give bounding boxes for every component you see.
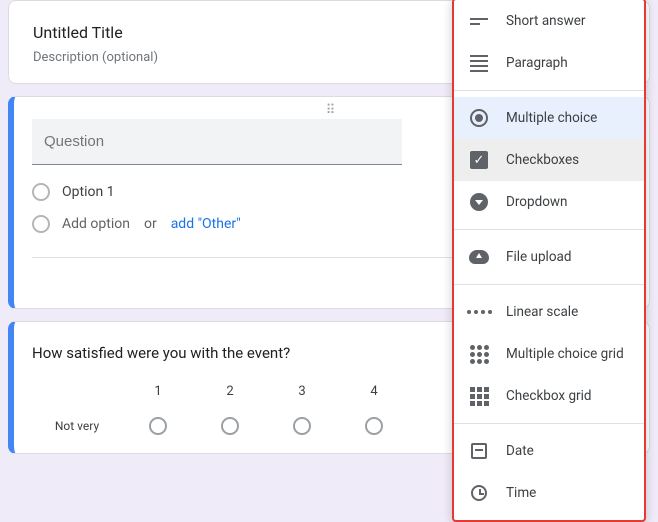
menu-item-label: Linear scale	[506, 304, 578, 320]
menu-item-radio[interactable]: Multiple choice	[454, 97, 644, 139]
linear-scale-icon	[468, 301, 490, 323]
menu-item-label: Time	[506, 485, 536, 501]
radio-icon	[468, 107, 490, 129]
drag-handle-icon[interactable]: ⠿	[326, 103, 338, 118]
dropdown-icon	[468, 191, 490, 213]
or-text: or	[142, 216, 159, 232]
menu-item-square-grid[interactable]: Checkbox grid	[454, 375, 644, 417]
menu-item-label: Short answer	[506, 13, 585, 29]
scale-radio[interactable]	[221, 417, 239, 435]
question-input[interactable]	[32, 119, 402, 165]
checkbox-icon: ✓	[468, 149, 490, 171]
radio-icon	[32, 215, 50, 233]
menu-item-dot-grid[interactable]: Multiple choice grid	[454, 333, 644, 375]
scale-low-label: Not very	[32, 419, 122, 433]
menu-item-label: Paragraph	[506, 55, 568, 71]
add-option-button[interactable]: Add option	[62, 216, 130, 232]
menu-item-label: Checkboxes	[506, 152, 579, 168]
time-icon	[468, 482, 490, 504]
menu-separator	[454, 423, 644, 424]
scale-radio[interactable]	[365, 417, 383, 435]
radio-icon	[32, 183, 50, 201]
menu-item-label: Date	[506, 443, 534, 459]
menu-item-label: File upload	[506, 249, 572, 265]
scale-radio[interactable]	[293, 417, 311, 435]
menu-item-upload[interactable]: File upload	[454, 236, 644, 278]
menu-item-short-answer[interactable]: Short answer	[454, 0, 644, 42]
menu-separator	[454, 284, 644, 285]
question-type-menu[interactable]: Short answer Paragraph Multiple choice ✓ Che…	[452, 0, 646, 522]
option-label[interactable]: Option 1	[62, 184, 115, 200]
add-other-button[interactable]: add "Other"	[171, 216, 241, 232]
menu-item-label: Checkbox grid	[506, 388, 592, 404]
square-grid-icon	[468, 385, 490, 407]
menu-item-paragraph[interactable]: Paragraph	[454, 42, 644, 84]
menu-item-linear-scale[interactable]: Linear scale	[454, 291, 644, 333]
menu-item-checkbox[interactable]: ✓ Checkboxes	[454, 139, 644, 181]
scale-number: 1	[122, 384, 194, 399]
dot-grid-icon	[468, 343, 490, 365]
scale-radio[interactable]	[149, 417, 167, 435]
short-answer-icon	[468, 10, 490, 32]
menu-separator	[454, 90, 644, 91]
date-icon	[468, 440, 490, 462]
paragraph-icon	[468, 52, 490, 74]
upload-icon	[468, 246, 490, 268]
scale-number: 4	[338, 384, 410, 399]
scale-number: 3	[266, 384, 338, 399]
scale-number: 2	[194, 384, 266, 399]
menu-item-time[interactable]: Time	[454, 472, 644, 514]
menu-item-dropdown[interactable]: Dropdown	[454, 181, 644, 223]
menu-item-label: Dropdown	[506, 194, 568, 210]
menu-item-date[interactable]: Date	[454, 430, 644, 472]
menu-separator	[454, 229, 644, 230]
menu-item-label: Multiple choice	[506, 110, 597, 126]
menu-item-label: Multiple choice grid	[506, 346, 624, 362]
